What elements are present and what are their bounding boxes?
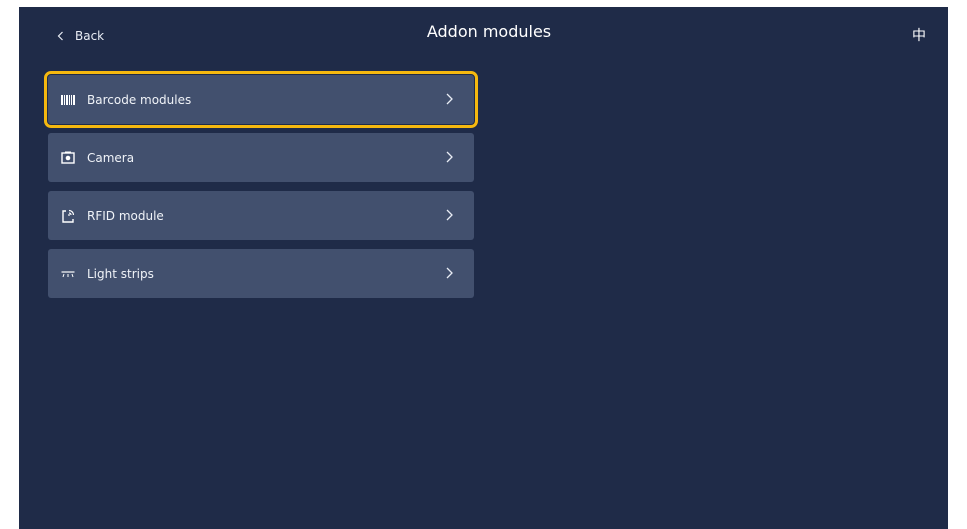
page-title: Addon modules [426,22,552,41]
module-item-barcode[interactable]: Barcode modules [44,71,478,128]
module-label: RFID module [87,208,164,223]
module-label: Camera [87,150,135,165]
rfid-icon [61,209,75,223]
module-label: Barcode modules [87,92,192,107]
chevron-right-icon [446,151,453,163]
light-strip-icon [61,267,75,281]
module-item-light-strips[interactable]: Light strips [48,249,474,298]
chevron-right-icon [446,267,453,279]
barcode-icon [61,93,75,107]
addon-modules-screen: Back Addon modules 中 Barcode modules Cam… [19,7,948,529]
module-item-rfid[interactable]: RFID module [48,191,474,240]
module-list: Barcode modules Camera RFID module Light… [44,71,478,307]
camera-icon [61,151,75,165]
module-item-camera[interactable]: Camera [48,133,474,182]
chevron-right-icon [446,209,453,221]
module-label: Light strips [87,266,154,281]
chevron-right-icon [446,93,453,105]
language-toggle[interactable]: 中 [912,25,926,45]
